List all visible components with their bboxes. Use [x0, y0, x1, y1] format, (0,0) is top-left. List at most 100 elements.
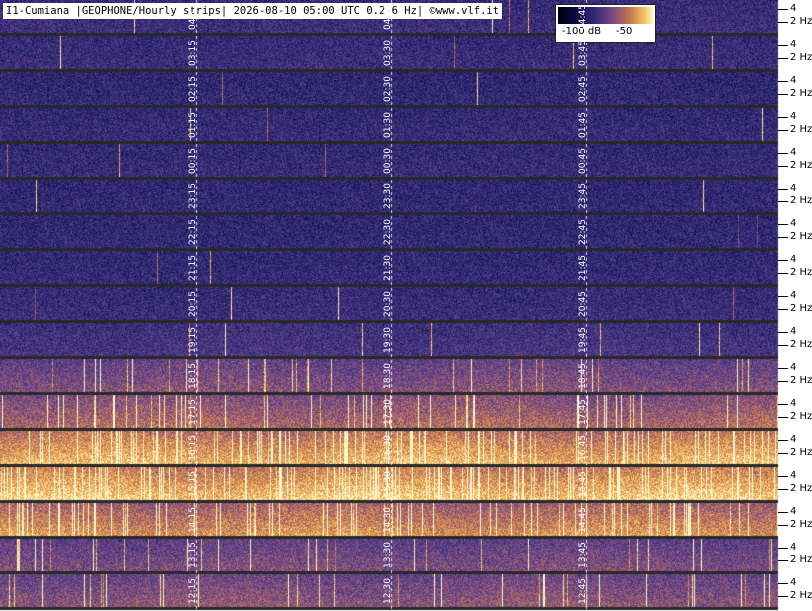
strip-time-label: 02:15 — [188, 76, 198, 102]
strip-time-label: 16:45 — [578, 435, 588, 461]
strip-time-label: 17:15 — [188, 399, 198, 425]
strip-time-label: 01:45 — [578, 112, 588, 138]
strip-time-label: 23:45 — [578, 183, 588, 209]
freq-tick-mark — [778, 94, 788, 95]
strip-time-label: 03:30 — [383, 40, 393, 66]
freq-tick-mark — [778, 45, 788, 46]
freq-tick-mark — [778, 153, 788, 154]
freq-tick-2hz: 2 Hz — [790, 88, 812, 99]
strip-time-label: 03:15 — [188, 40, 198, 66]
freq-tick-mark — [778, 345, 788, 346]
freq-tick-2hz: 2 Hz — [790, 16, 812, 27]
strip-time-label: 17:45 — [578, 399, 588, 425]
freq-tick-mark — [778, 189, 788, 190]
freq-tick-2hz: 2 Hz — [790, 375, 812, 386]
strip-time-label: 22:15 — [188, 219, 198, 245]
strip-time-label: 16:15 — [188, 435, 198, 461]
freq-tick-mark — [778, 596, 788, 597]
colorbar-max-label: -50 — [616, 26, 633, 37]
freq-tick-mark — [778, 130, 788, 131]
freq-tick-2hz: 2 Hz — [790, 267, 812, 278]
strip-time-label: 19:45 — [578, 327, 588, 353]
strip-time-label: 23:30 — [383, 183, 393, 209]
freq-tick-2hz: 2 Hz — [790, 160, 812, 171]
strip-time-label: 22:30 — [383, 219, 393, 245]
freq-tick-mark — [778, 476, 788, 477]
freq-tick-2hz: 2 Hz — [790, 411, 812, 422]
strip-time-label: 04:15 — [188, 4, 198, 30]
freq-tick-mark — [778, 368, 788, 369]
freq-tick-mark — [778, 224, 788, 225]
freq-tick-4hz: 4 — [790, 218, 797, 229]
freq-tick-4hz: 4 — [790, 290, 797, 301]
strip-time-label: 20:45 — [578, 291, 588, 317]
freq-tick-mark — [778, 440, 788, 441]
freq-tick-mark — [778, 525, 788, 526]
strip-time-label: 04:45 — [578, 4, 588, 30]
freq-tick-4hz: 4 — [790, 111, 797, 122]
freq-tick-mark — [778, 583, 788, 584]
colorbar-gradient — [558, 7, 653, 24]
freq-tick-4hz: 4 — [790, 183, 797, 194]
strip-time-label: 13:30 — [383, 542, 393, 568]
strip-time-label: 02:45 — [578, 76, 588, 102]
freq-tick-2hz: 2 Hz — [790, 554, 812, 565]
strip-time-label: 12:45 — [578, 578, 588, 604]
strip-time-label: 12:30 — [383, 578, 393, 604]
strip-time-label: 18:15 — [188, 363, 198, 389]
freq-tick-2hz: 2 Hz — [790, 447, 812, 458]
freq-tick-4hz: 4 — [790, 434, 797, 445]
freq-tick-mark — [778, 332, 788, 333]
freq-tick-2hz: 2 Hz — [790, 519, 812, 530]
strip-time-label: 19:30 — [383, 327, 393, 353]
freq-tick-mark — [778, 453, 788, 454]
strip-time-label: 22:45 — [578, 219, 588, 245]
strip-time-label: 01:30 — [383, 112, 393, 138]
strip-time-label: 18:45 — [578, 363, 588, 389]
freq-tick-mark — [778, 273, 788, 274]
strip-time-label: 03:45 — [578, 40, 588, 66]
strip-time-label: 13:15 — [188, 542, 198, 568]
strip-time-label: 13:45 — [578, 542, 588, 568]
freq-tick-4hz: 4 — [790, 39, 797, 50]
strip-time-label: 20:15 — [188, 291, 198, 317]
strip-time-label: 14:45 — [578, 507, 588, 533]
freq-tick-mark — [778, 489, 788, 490]
freq-tick-mark — [778, 560, 788, 561]
strip-time-label: 15:45 — [578, 471, 588, 497]
freq-tick-mark — [778, 381, 788, 382]
strip-time-label: 12:15 — [188, 578, 198, 604]
freq-tick-2hz: 2 Hz — [790, 339, 812, 350]
strip-time-label: 04:30 — [383, 4, 393, 30]
freq-tick-2hz: 2 Hz — [790, 590, 812, 601]
freq-tick-mark — [778, 81, 788, 82]
strip-time-label: 15:30 — [383, 471, 393, 497]
freq-tick-mark — [778, 58, 788, 59]
freq-tick-2hz: 2 Hz — [790, 303, 812, 314]
freq-tick-4hz: 4 — [790, 362, 797, 373]
strip-time-label: 00:45 — [578, 148, 588, 174]
strip-time-label: 16:30 — [383, 435, 393, 461]
freq-tick-mark — [778, 417, 788, 418]
freq-tick-4hz: 4 — [790, 147, 797, 158]
freq-tick-4hz: 4 — [790, 75, 797, 86]
strip-time-label: 14:15 — [188, 507, 198, 533]
freq-tick-4hz: 4 — [790, 254, 797, 265]
freq-tick-2hz: 2 Hz — [790, 52, 812, 63]
freq-tick-mark — [778, 260, 788, 261]
strip-time-label: 01:15 — [188, 112, 198, 138]
freq-tick-mark — [778, 512, 788, 513]
strip-time-label: 18:30 — [383, 363, 393, 389]
freq-tick-mark — [778, 296, 788, 297]
freq-tick-2hz: 2 Hz — [790, 231, 812, 242]
freq-tick-mark — [778, 309, 788, 310]
strip-time-label: 00:15 — [188, 148, 198, 174]
strip-time-label: 23:15 — [188, 183, 198, 209]
chart-title: I1-Cumiana |GEOPHONE/Hourly strips| 2026… — [3, 3, 503, 19]
freq-tick-4hz: 4 — [790, 398, 797, 409]
freq-tick-2hz: 2 Hz — [790, 124, 812, 135]
freq-tick-2hz: 2 Hz — [790, 483, 812, 494]
freq-tick-mark — [778, 548, 788, 549]
spectrogram-heatmap — [0, 0, 812, 611]
strip-time-label: 21:45 — [578, 255, 588, 281]
